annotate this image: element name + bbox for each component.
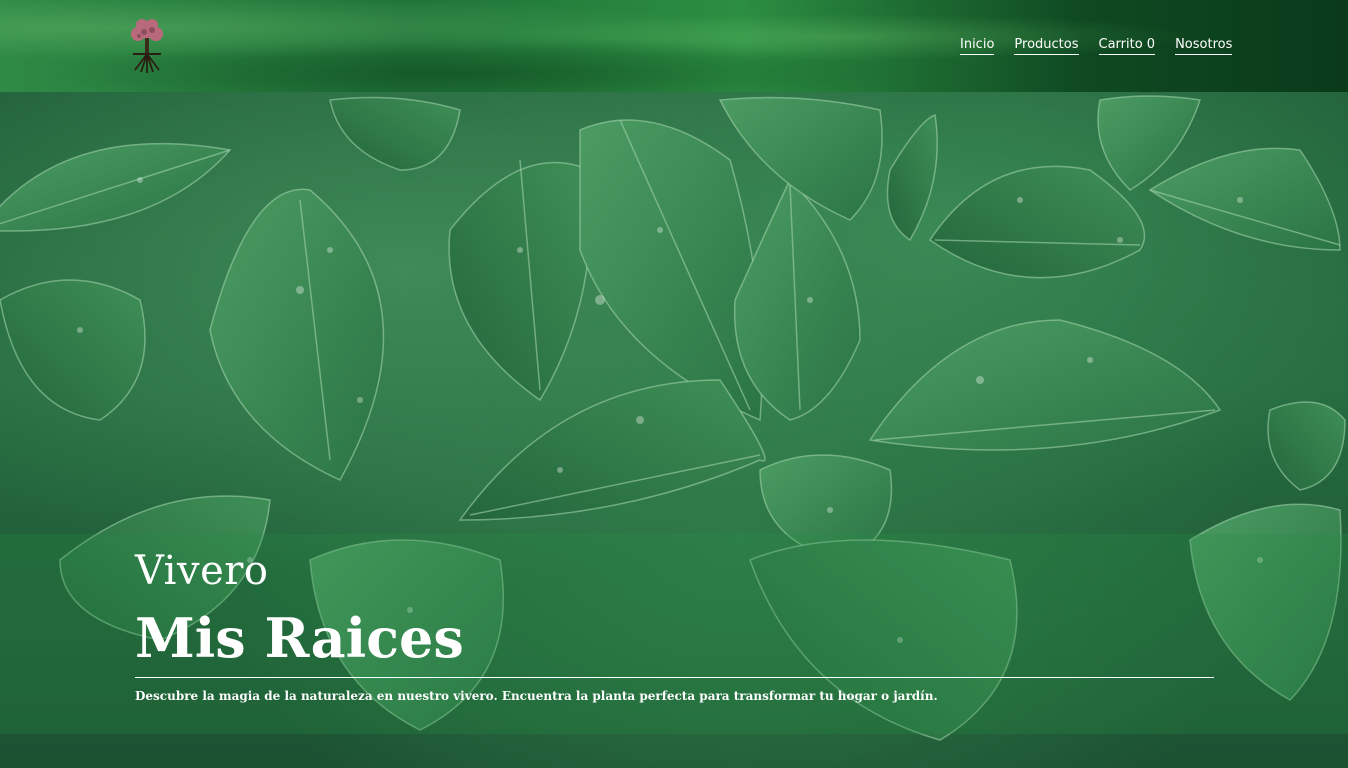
main-nav: Inicio Productos Carrito 0 Nosotros [960, 37, 1233, 55]
hero-divider [135, 677, 1214, 678]
tree-roots-logo-icon[interactable] [127, 16, 167, 76]
hero-title: Mis Raices [135, 606, 464, 670]
hero-description: Descubre la magia de la naturaleza en nu… [135, 689, 938, 703]
nav-link-nosotros[interactable]: Nosotros [1175, 37, 1233, 55]
nav-link-productos[interactable]: Productos [1014, 37, 1079, 55]
hero-subtitle: Vivero [135, 548, 269, 594]
nav-link-carrito[interactable]: Carrito 0 [1098, 37, 1156, 55]
nav-link-inicio[interactable]: Inicio [960, 37, 995, 55]
